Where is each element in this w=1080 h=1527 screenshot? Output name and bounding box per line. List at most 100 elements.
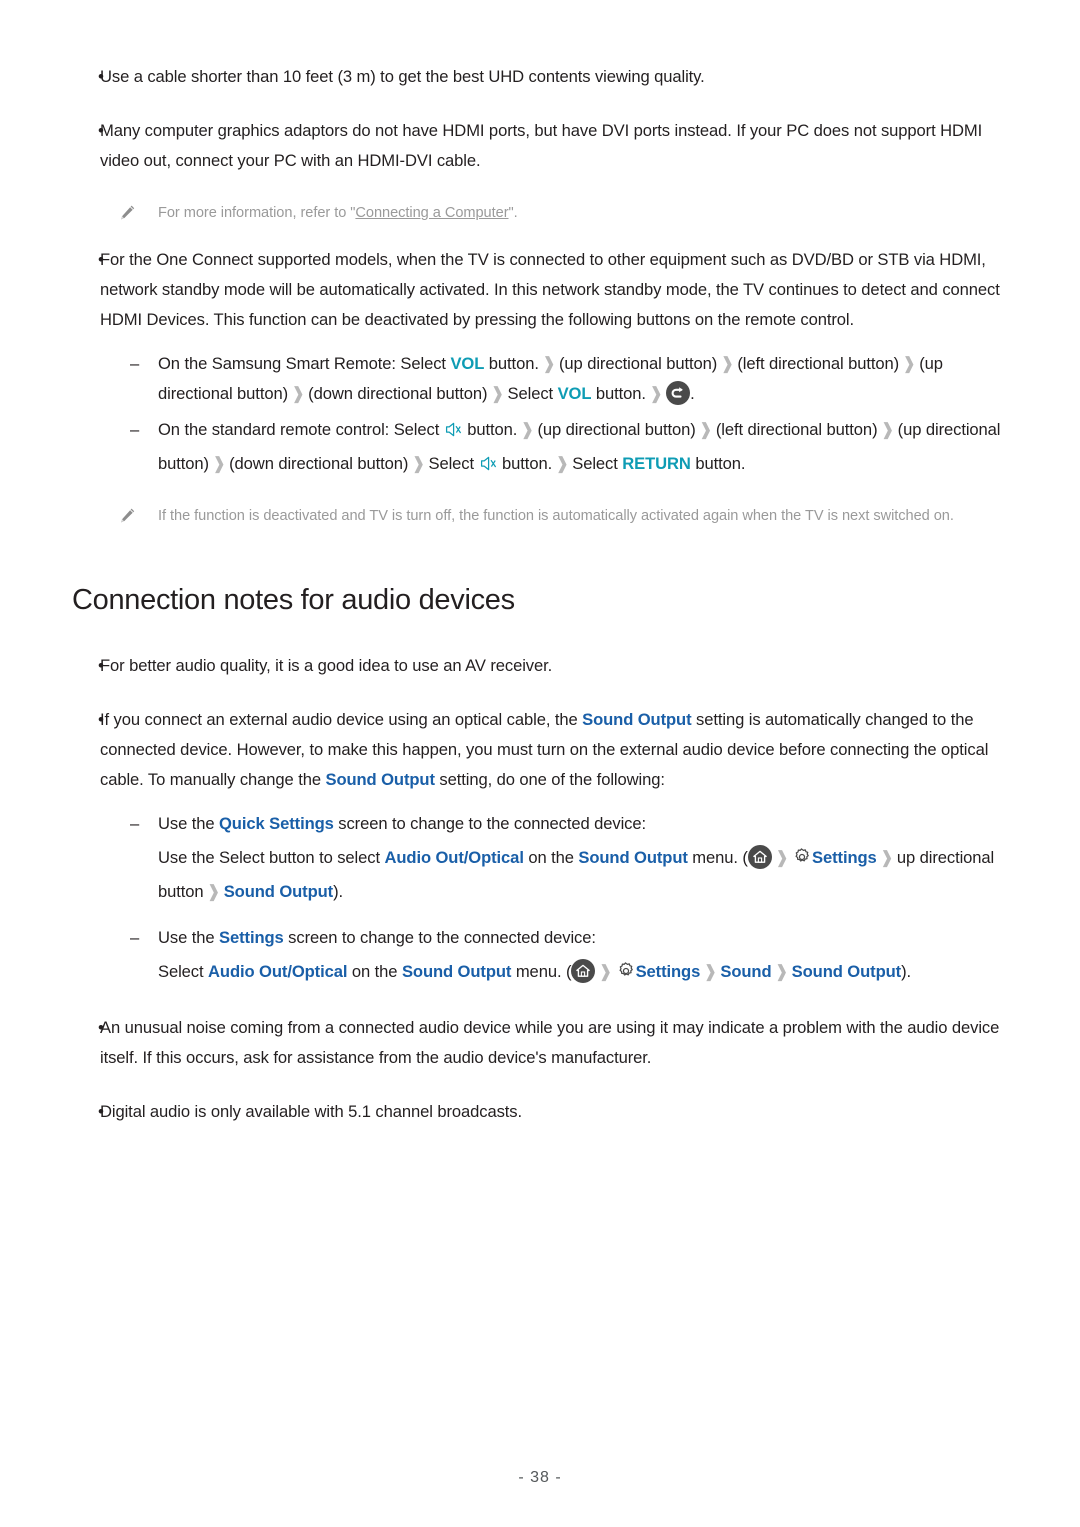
bullet-text: If you connect an external audio device … [100, 705, 1008, 795]
chevron-right-icon: ❱ [774, 848, 790, 867]
chevron-right-icon: ❱ [291, 384, 306, 403]
step-text: button. [690, 454, 746, 473]
smart-remote-steps: On the Samsung Smart Remote: Select VOL … [158, 349, 1008, 409]
quick-settings-step: Use the Quick Settings screen to change … [158, 809, 1008, 839]
settings-keyword: Settings [812, 848, 877, 867]
settings-keyword: Settings [635, 962, 701, 981]
text-seg: screen to change to the connected device… [283, 928, 596, 947]
home-icon [747, 845, 772, 869]
pencil-icon [118, 503, 158, 530]
text-seg: ). [333, 882, 344, 901]
dash-marker: – [130, 928, 140, 947]
bullet-marker: • [98, 121, 104, 140]
note-deactivated-function: If the function is deactivated and TV is… [118, 503, 1008, 530]
step-text: Select [428, 454, 479, 473]
step-text: Select [572, 454, 623, 473]
step-text: On the standard remote control: Select [158, 420, 444, 439]
text-seg: on the [347, 962, 402, 981]
text-seg: menu. ( [687, 848, 748, 867]
text-seg: Use the Select button to select [158, 848, 385, 867]
note-text: For more information, refer to "Connecti… [158, 200, 1008, 226]
bullet-marker: • [98, 250, 104, 269]
chevron-right-icon: ❱ [720, 354, 735, 373]
list-item: • Many computer graphics adaptors do not… [72, 116, 1008, 176]
list-item-standard-remote: – On the standard remote control: Select… [130, 415, 1008, 483]
list-item: • For better audio quality, it is a good… [72, 651, 1008, 681]
chevron-right-icon: ❱ [541, 354, 556, 373]
sound-output-keyword: Sound Output [582, 710, 692, 729]
step-text: (left directional button) [715, 420, 878, 439]
step-period: . [690, 384, 695, 403]
quick-settings-path: Use the Select button to select Audio Ou… [158, 843, 1008, 907]
gear-icon [616, 961, 636, 991]
dash-marker: – [130, 814, 140, 833]
chevron-right-icon: ❱ [411, 454, 426, 473]
text-seg: menu. ( [511, 962, 572, 981]
list-item: • For the One Connect supported models, … [72, 245, 1008, 335]
list-item: • Use a cable shorter than 10 feet (3 m)… [72, 62, 1008, 92]
bullet-marker: • [98, 67, 104, 86]
sound-output-keyword: Sound Output [223, 882, 334, 901]
step-text: (down directional button) [229, 454, 409, 473]
bullet-text: Use a cable shorter than 10 feet (3 m) t… [100, 67, 705, 86]
return-keyword: RETURN [622, 454, 691, 473]
chevron-right-icon: ❱ [774, 962, 789, 981]
chevron-right-icon: ❱ [520, 420, 535, 439]
quick-settings-keyword: Quick Settings [219, 814, 334, 833]
sound-output-keyword: Sound Output [578, 848, 688, 867]
note-prefix: For more information, refer to " [158, 205, 356, 221]
bullet-marker: • [98, 1018, 104, 1037]
text-seg: setting, do one of the following: [434, 770, 665, 789]
text-seg: If you connect an external audio device … [100, 710, 583, 729]
dash-marker: – [130, 420, 140, 439]
chevron-right-icon: ❱ [555, 454, 570, 473]
sound-output-keyword: Sound Output [791, 962, 902, 981]
step-text: On the Samsung Smart Remote: Select [158, 354, 451, 373]
settings-path: Select Audio Out/Optical on the Sound Ou… [158, 957, 1008, 991]
home-icon [571, 959, 596, 983]
text-seg: screen to change to the connected device… [333, 814, 646, 833]
step-text: button. [462, 420, 518, 439]
step-text: (down directional button) [308, 384, 488, 403]
audio-out-optical-keyword: Audio Out/Optical [208, 962, 348, 981]
bullet-marker: • [98, 1102, 104, 1121]
settings-step: Use the Settings screen to change to the… [158, 923, 1008, 953]
bullet-text: An unusual noise coming from a connected… [100, 1018, 1000, 1067]
text-seg: Use the [158, 928, 219, 947]
bullet-marker: • [98, 710, 104, 729]
text-seg: ). [901, 962, 911, 981]
chevron-right-icon: ❱ [211, 454, 227, 473]
list-item: • An unusual noise coming from a connect… [72, 1013, 1008, 1073]
list-item-settings: – Use the Settings screen to change to t… [130, 923, 1008, 953]
mute-speaker-icon [444, 419, 463, 449]
sound-output-keyword: Sound Output [325, 770, 435, 789]
return-arrow-icon [666, 381, 691, 405]
text-seg: on the [523, 848, 579, 867]
chevron-right-icon: ❱ [698, 420, 713, 439]
sound-keyword: Sound [720, 962, 772, 981]
bullet-text: For better audio quality, it is a good i… [100, 656, 553, 675]
bullet-text: For the One Connect supported models, wh… [100, 250, 1000, 329]
note-link[interactable]: Connecting a Computer [355, 205, 508, 221]
step-text: (left directional button) [737, 354, 900, 373]
chevron-right-icon: ❱ [902, 354, 917, 373]
bullet-text: Digital audio is only available with 5.1… [100, 1102, 523, 1121]
page-title: Connection notes for audio devices [72, 584, 515, 616]
bullet-text: Many computer graphics adaptors do not h… [100, 121, 983, 170]
list-item-quick-settings: – Use the Quick Settings screen to chang… [130, 809, 1008, 839]
page-number: - 38 - [518, 1469, 562, 1486]
chevron-right-icon: ❱ [648, 384, 664, 403]
step-text: button. [484, 354, 539, 373]
chevron-right-icon: ❱ [598, 962, 613, 981]
text-seg: Select [158, 962, 209, 981]
note-connecting-a-computer: For more information, refer to "Connecti… [118, 200, 1008, 227]
chevron-right-icon: ❱ [880, 420, 895, 439]
vol-keyword: VOL [450, 354, 485, 373]
sound-output-keyword: Sound Output [401, 962, 512, 981]
step-text: Select [507, 384, 558, 403]
gear-icon [792, 847, 812, 877]
list-item-optical: • If you connect an external audio devic… [72, 705, 1008, 795]
note-suffix: ". [508, 205, 518, 221]
pencil-icon [118, 200, 158, 227]
list-item: • Digital audio is only available with 5… [72, 1097, 1008, 1127]
